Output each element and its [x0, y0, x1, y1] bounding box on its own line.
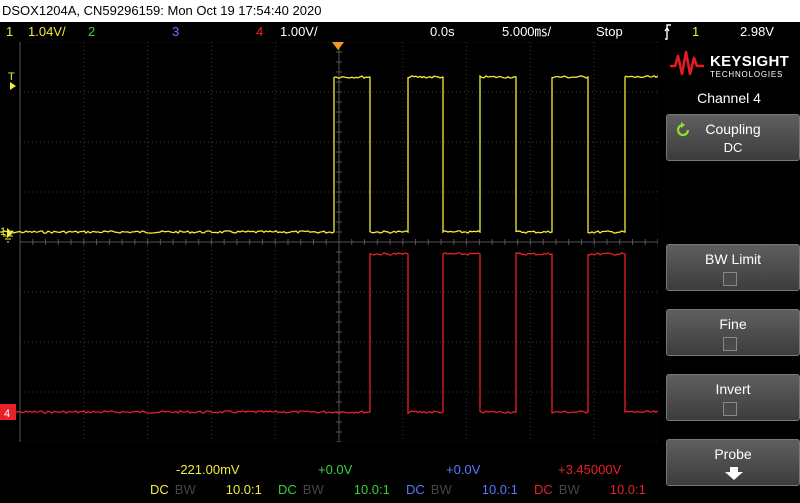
fine-label: Fine — [719, 316, 747, 332]
ch3-number[interactable]: 3 — [172, 22, 179, 42]
ch3-offset[interactable]: +0.0V — [446, 462, 480, 477]
ch1-scale[interactable]: 1.04V/ — [28, 22, 66, 42]
status-bar: 1 1.04V/ 2 3 4 1.00V/ 0.0s 5.000㎳/ Stop … — [0, 22, 800, 42]
ch1-offset[interactable]: -221.00mV — [176, 462, 240, 477]
ch4-coupling: DC — [534, 482, 553, 497]
ch4-offset[interactable]: +3.45000V — [558, 462, 621, 477]
ch1-coupling: DC — [150, 482, 169, 497]
waveform-display[interactable]: T 1 4 — [0, 42, 658, 442]
invert-checkbox[interactable] — [723, 402, 737, 416]
invert-label: Invert — [715, 381, 751, 397]
probe-softkey[interactable]: Probe — [666, 439, 800, 486]
ch2-config[interactable]: DC BW 10.0:1 — [278, 482, 396, 497]
time-scale[interactable]: 5.000㎳/ — [502, 22, 551, 42]
invert-softkey[interactable]: Invert — [666, 374, 800, 421]
fine-softkey[interactable]: Fine — [666, 309, 800, 356]
ch1-probe: 10.0:1 — [225, 482, 262, 497]
ch4-config[interactable]: DC BW 10.0:1 — [534, 482, 652, 497]
ch3-coupling: DC — [406, 482, 425, 497]
coupling-value: DC — [723, 140, 743, 155]
ch4-probe: 10.0:1 — [609, 482, 646, 497]
ch3-probe: 10.0:1 — [481, 482, 518, 497]
run-state[interactable]: Stop — [596, 22, 623, 42]
arrow-down-icon — [725, 467, 743, 480]
ch4-ground-marker[interactable]: 4 — [0, 404, 16, 420]
ch2-offset[interactable]: +0.0V — [318, 462, 352, 477]
coupling-label: Coupling — [705, 121, 761, 137]
ch2-probe: 10.0:1 — [353, 482, 390, 497]
svg-text:4: 4 — [4, 408, 10, 420]
fine-checkbox[interactable] — [723, 337, 737, 351]
window-title: DSOX1204A, CN59296159: Mon Oct 19 17:54:… — [0, 0, 800, 22]
ch3-config[interactable]: DC BW 10.0:1 — [406, 482, 524, 497]
ch4-bw: BW — [558, 482, 580, 497]
ch1-number[interactable]: 1 — [6, 22, 13, 42]
ch1-config[interactable]: DC BW 10.0:1 — [150, 482, 268, 497]
brand-name: KEYSIGHT — [710, 53, 790, 70]
ch3-bw: BW — [430, 482, 452, 497]
svg-text:T: T — [8, 71, 15, 83]
softkey-panel: KEYSIGHT TECHNOLOGIES Channel 4 Coupling… — [658, 42, 800, 503]
channel-info-bar: -221.00mV +0.0V +0.0V +3.45000V DC BW 10.0… — [0, 442, 658, 503]
brand-subtitle: TECHNOLOGIES — [710, 70, 784, 79]
bw-limit-label: BW Limit — [705, 251, 761, 267]
ch2-number[interactable]: 2 — [88, 22, 95, 42]
bw-limit-checkbox[interactable] — [723, 272, 737, 286]
keysight-logo: KEYSIGHT TECHNOLOGIES — [658, 42, 800, 86]
bw-limit-softkey[interactable]: BW Limit — [666, 244, 800, 291]
ch1-bw: BW — [174, 482, 196, 497]
ch4-scale[interactable]: 1.00V/ — [280, 22, 318, 42]
menu-title: Channel 4 — [697, 90, 761, 106]
ch4-number[interactable]: 4 — [256, 22, 263, 42]
probe-label: Probe — [714, 446, 752, 462]
ch2-coupling: DC — [278, 482, 297, 497]
trigger-source[interactable]: 1 — [692, 22, 699, 42]
trigger-level[interactable]: 2.98V — [740, 22, 774, 42]
ch2-bw: BW — [302, 482, 324, 497]
coupling-softkey[interactable]: Coupling DC — [666, 114, 800, 161]
time-delay[interactable]: 0.0s — [430, 22, 455, 42]
